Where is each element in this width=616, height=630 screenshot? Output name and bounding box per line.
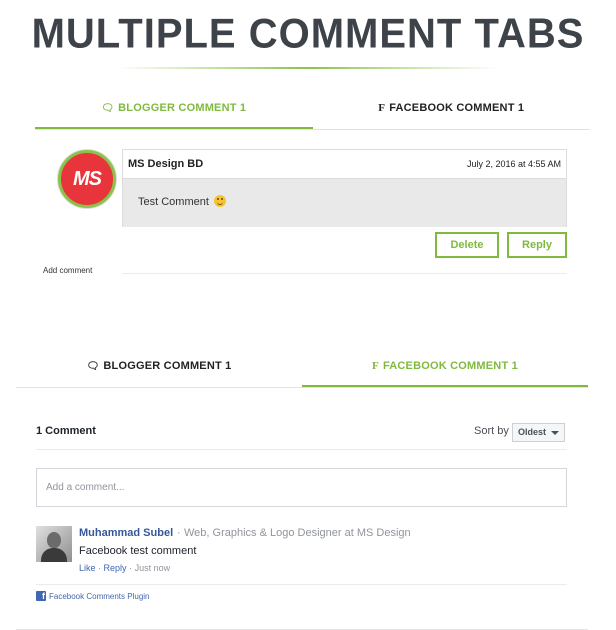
comment-actions: Like · Reply · Just now	[79, 563, 171, 573]
comment-time: Just now	[134, 563, 171, 573]
facebook-f-icon: f	[372, 360, 379, 372]
comment-author[interactable]: MS Design BD	[128, 158, 203, 170]
comment-date[interactable]: July 2, 2016 at 4:55 AM	[467, 159, 561, 169]
facebook-square-icon: f	[36, 591, 46, 601]
avatar-logo-text: MS	[73, 167, 102, 190]
smiley-emoji-icon	[213, 195, 226, 207]
add-comment-link[interactable]: Add comment	[43, 266, 92, 275]
tab-facebook-comments[interactable]: f FACEBOOK COMMENT 1	[302, 346, 588, 387]
tab-facebook-label: FACEBOOK COMMENT 1	[389, 102, 525, 114]
tab-facebook-label: FACEBOOK COMMENT 1	[382, 360, 518, 372]
comment-count: 1 Comment	[36, 425, 96, 437]
comments-icon: 🗨︎	[101, 103, 115, 114]
facebook-comments-plugin-link[interactable]: f Facebook Comments Plugin	[36, 591, 150, 601]
comment-tabs-top: 🗨︎ BLOGGER COMMENT 1 f FACEBOOK COMMENT 1	[35, 88, 590, 130]
commenter-avatar[interactable]	[36, 526, 72, 562]
separator-dot: ·	[177, 527, 181, 539]
tab-facebook-comments[interactable]: f FACEBOOK COMMENT 1	[313, 88, 591, 129]
sort-dropdown[interactable]: Oldest	[512, 423, 565, 442]
divider	[36, 584, 567, 585]
page-title: MULTIPLE COMMENT TABS	[31, 10, 585, 58]
divider	[36, 449, 567, 450]
comment-card: MS Design BD July 2, 2016 at 4:55 AM Tes…	[122, 149, 567, 227]
tab-blogger-label: BLOGGER COMMENT 1	[118, 102, 247, 114]
sort-label: Sort by	[474, 425, 509, 437]
comment-tabs-bottom: 🗨︎ BLOGGER COMMENT 1 f FACEBOOK COMMENT 1	[16, 346, 588, 388]
commenter-title: Web, Graphics & Logo Designer at MS Desi…	[184, 527, 411, 539]
avatar: MS	[58, 150, 116, 208]
title-underline	[118, 67, 498, 69]
reply-button[interactable]: Reply	[507, 232, 567, 258]
sort-value: Oldest	[518, 427, 547, 437]
comment-text: Test Comment	[138, 196, 209, 208]
commenter-name[interactable]: Muhammad Subel	[79, 527, 173, 539]
comments-icon: 🗨︎	[86, 361, 100, 372]
add-comment-input[interactable]	[36, 468, 567, 507]
comment-body: Test Comment	[123, 179, 566, 227]
comment-text: Facebook test comment	[79, 545, 197, 557]
tab-blogger-comments[interactable]: 🗨︎ BLOGGER COMMENT 1	[16, 346, 302, 387]
reply-link[interactable]: Reply	[104, 563, 127, 573]
plugin-label: Facebook Comments Plugin	[49, 591, 150, 601]
comment-header: MS Design BD July 2, 2016 at 4:55 AM	[123, 150, 566, 179]
tab-blogger-label: BLOGGER COMMENT 1	[103, 360, 232, 372]
facebook-f-icon: f	[378, 102, 386, 114]
chevron-down-icon	[551, 431, 559, 435]
tab-blogger-comments[interactable]: 🗨︎ BLOGGER COMMENT 1	[35, 88, 313, 129]
divider	[122, 273, 567, 274]
delete-button[interactable]: Delete	[435, 232, 499, 258]
like-link[interactable]: Like	[79, 563, 96, 573]
